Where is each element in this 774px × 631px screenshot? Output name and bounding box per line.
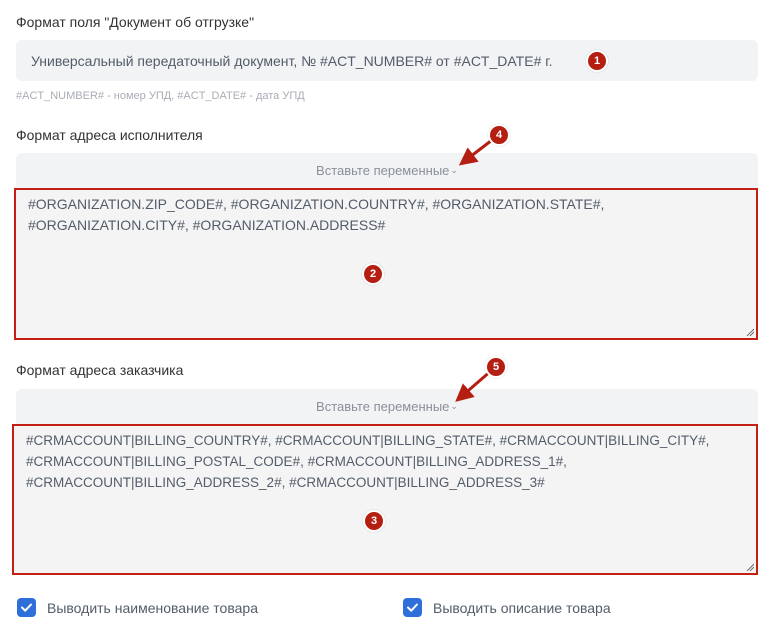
checkmark-icon bbox=[407, 603, 418, 612]
checkmark-icon bbox=[21, 603, 32, 612]
show-product-name-label: Выводить наименование товара bbox=[47, 600, 258, 616]
annotation-arrows bbox=[455, 135, 497, 402]
show-product-name-checkbox[interactable] bbox=[17, 598, 36, 617]
show-product-description-label: Выводить описание товара bbox=[433, 600, 611, 616]
annotation-badge-5: 5 bbox=[485, 356, 507, 378]
annotation-badge-4: 4 bbox=[488, 124, 510, 146]
show-product-description-checkbox[interactable] bbox=[403, 598, 422, 617]
